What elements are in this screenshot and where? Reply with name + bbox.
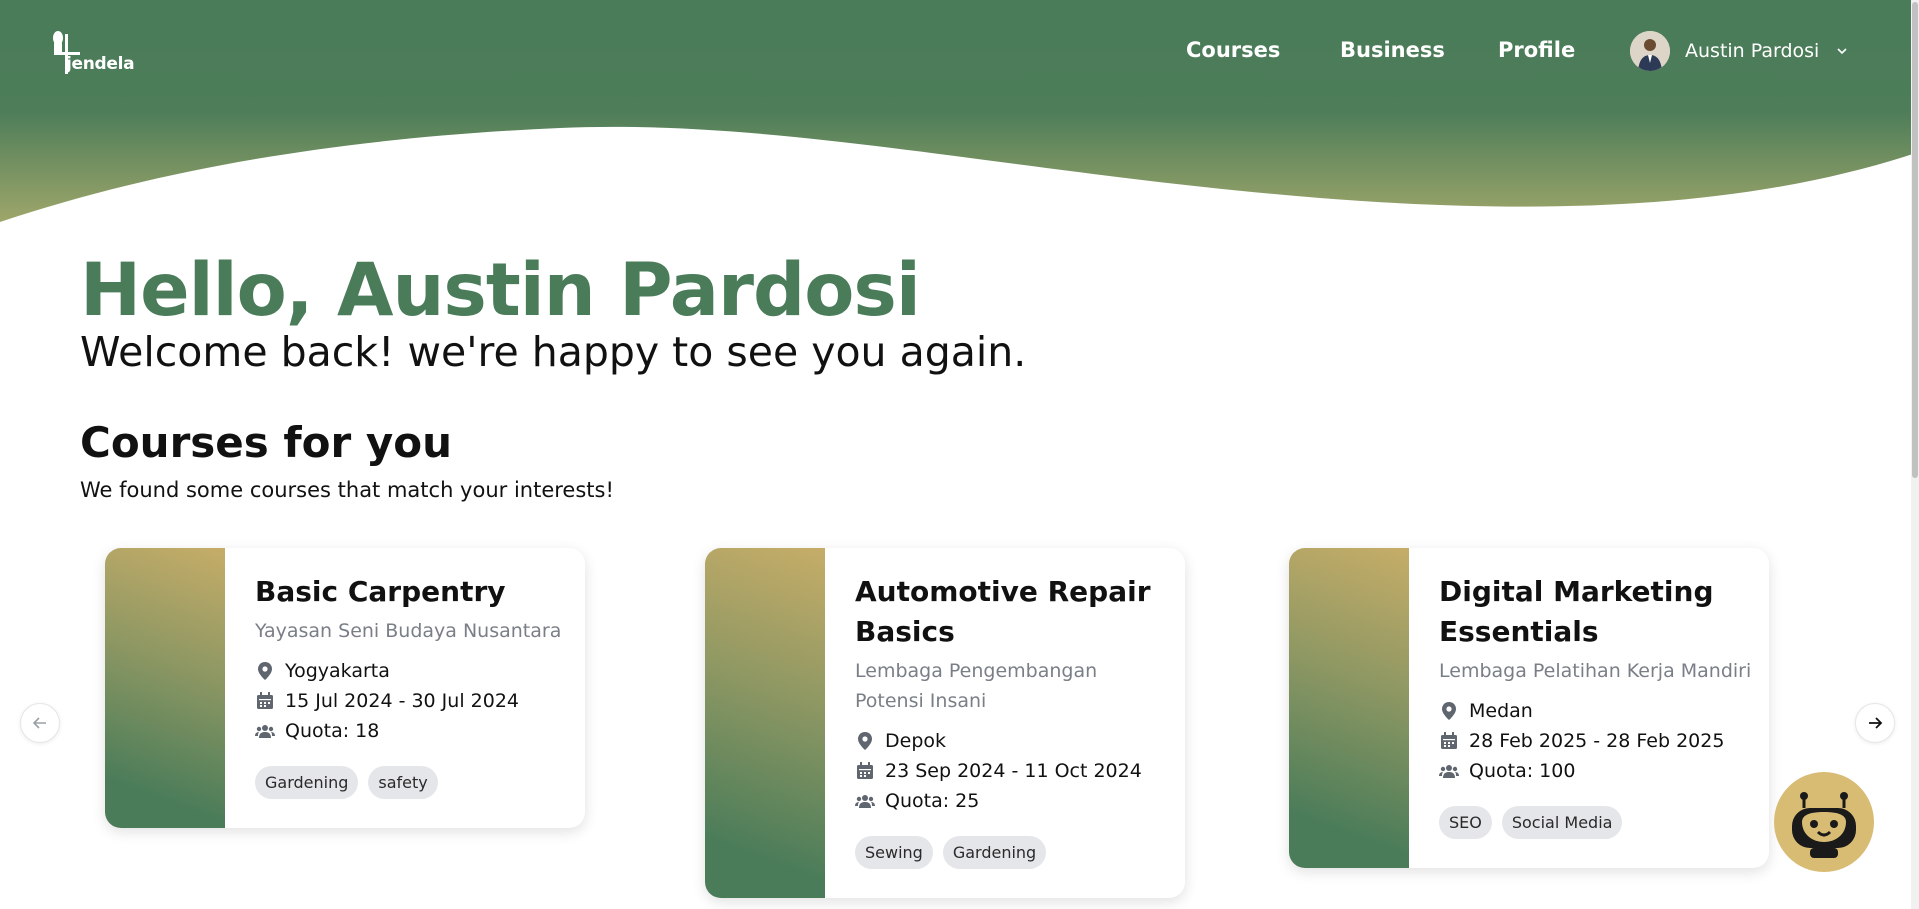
course-organization: Lembaga Pengembangan Potensi Insani: [855, 660, 1098, 712]
calendar-icon: [857, 762, 873, 779]
scrollbar-thumb[interactable]: [1912, 2, 1918, 478]
nav-profile[interactable]: Profile: [1498, 38, 1575, 62]
course-quota: Quota: 100: [1469, 760, 1576, 782]
course-card-image: [105, 548, 225, 828]
greeting-heading: Hello, Austin Pardosi: [80, 248, 921, 333]
course-dates: 15 Jul 2024 - 30 Jul 2024: [285, 690, 520, 712]
course-location: Medan: [1469, 700, 1533, 722]
calendar-icon: [257, 692, 273, 709]
map-pin-icon: [858, 732, 872, 750]
section-subtitle: We found some courses that match your in…: [80, 478, 614, 502]
calendar-icon: [1441, 732, 1457, 749]
header: jendela Courses Business Profile Austin …: [0, 0, 1919, 225]
user-name: Austin Pardosi: [1685, 40, 1820, 62]
page-scrollbar[interactable]: [1911, 0, 1919, 909]
course-tag[interactable]: Gardening: [942, 836, 1047, 869]
arrow-left-icon: [32, 717, 46, 729]
course-dates: 23 Sep 2024 - 11 Oct 2024: [885, 760, 1142, 782]
course-card-image: [1289, 548, 1409, 868]
nav-business[interactable]: Business: [1340, 38, 1445, 62]
users-icon: [255, 725, 275, 738]
section-title: Courses for you: [80, 418, 452, 467]
chevron-down-icon: [1837, 48, 1847, 55]
course-card-image: [705, 548, 825, 898]
course-card[interactable]: Automotive Repair Basics Lembaga Pengemb…: [705, 548, 1185, 898]
course-quota: Quota: 18: [285, 720, 380, 742]
map-pin-icon: [1442, 702, 1456, 720]
robot-icon: [1792, 792, 1856, 858]
course-location: Yogyakarta: [285, 660, 390, 682]
course-dates: 28 Feb 2025 - 28 Feb 2025: [1469, 730, 1725, 752]
course-card[interactable]: Basic Carpentry Yayasan Seni Budaya Nusa…: [105, 548, 585, 828]
course-title: Digital Marketing Essentials: [1439, 575, 1714, 648]
carousel-prev-button[interactable]: [20, 703, 60, 743]
course-tag[interactable]: SEO: [1439, 806, 1492, 839]
course-organization: Yayasan Seni Budaya Nusantara: [255, 620, 562, 642]
course-tag[interactable]: Social Media: [1501, 806, 1623, 839]
carousel-next-button[interactable]: [1855, 703, 1895, 743]
welcome-text: Welcome back! we're happy to see you aga…: [80, 328, 1027, 376]
map-pin-icon: [258, 662, 272, 680]
avatar: [1630, 31, 1670, 71]
user-menu[interactable]: Austin Pardosi: [1630, 30, 1849, 72]
logo-text: jendela: [66, 54, 135, 74]
course-title: Basic Carpentry: [255, 575, 506, 608]
assistant-chat-button[interactable]: [1774, 772, 1874, 872]
course-tag[interactable]: Sewing: [855, 836, 933, 869]
users-icon: [855, 795, 875, 808]
course-card[interactable]: Digital Marketing Essentials Lembaga Pel…: [1289, 548, 1769, 868]
course-location: Depok: [885, 730, 947, 752]
course-tag[interactable]: Gardening: [255, 766, 359, 799]
course-organization: Lembaga Pelatihan Kerja Mandiri: [1439, 660, 1752, 682]
course-quota: Quota: 25: [885, 790, 980, 812]
course-tag[interactable]: safety: [368, 766, 438, 799]
arrow-right-icon: [1869, 717, 1883, 729]
nav-courses[interactable]: Courses: [1186, 38, 1280, 62]
users-icon: [1439, 765, 1459, 778]
course-title: Automotive Repair Basics: [855, 575, 1151, 648]
